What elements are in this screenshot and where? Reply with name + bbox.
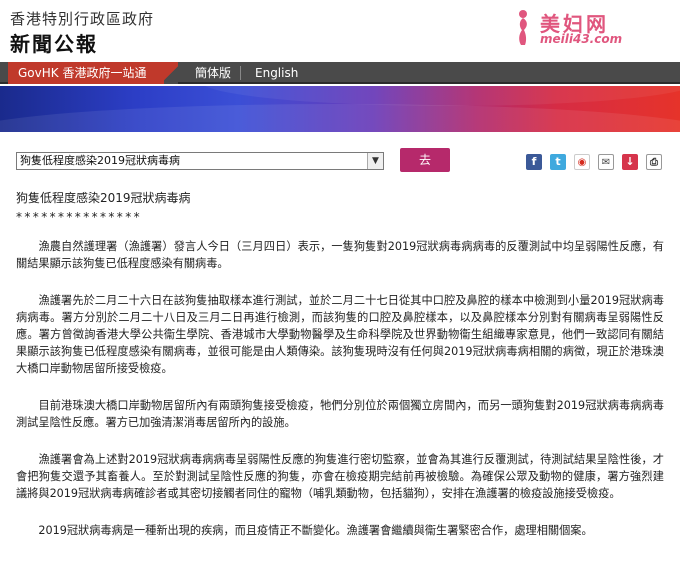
banner-wave bbox=[200, 86, 680, 106]
nav-divider bbox=[164, 62, 178, 84]
government-name: 香港特別行政區政府 bbox=[10, 10, 155, 28]
article-title: 狗隻低程度感染2019冠狀病毒病 bbox=[16, 191, 191, 205]
go-button[interactable]: 去 bbox=[400, 148, 450, 172]
top-navbar: GovHK 香港政府一站通 簡体版 English bbox=[0, 62, 680, 84]
article-paragraph: 漁護署先於二月二十六日在該狗隻抽取樣本進行測試，並於二月二十七日從其中口腔及鼻腔… bbox=[16, 294, 664, 375]
facebook-icon[interactable]: f bbox=[526, 154, 542, 170]
download-icon[interactable]: ↓ bbox=[622, 154, 638, 170]
article-paragraph: 2019冠狀病毒病是一種新出現的疾病，而且疫情正不斷變化。漁護署會繼續與衞生署緊… bbox=[16, 524, 593, 537]
article-select-value: 狗隻低程度感染2019冠狀病毒病 bbox=[20, 154, 180, 167]
watermark-url: meili43.com bbox=[540, 32, 623, 46]
article-select[interactable]: 狗隻低程度感染2019冠狀病毒病 ▼ bbox=[16, 152, 384, 170]
nav-separator bbox=[240, 66, 241, 80]
article-paragraph: 漁護署會為上述對2019冠狀病毒病病毒呈弱陽性反應的狗隻進行密切監察，並會為其進… bbox=[16, 453, 664, 500]
simplified-chinese-link[interactable]: 簡体版 bbox=[185, 62, 241, 84]
govhk-link[interactable]: GovHK 香港政府一站通 bbox=[8, 62, 164, 84]
press-releases-title: 新聞公報 bbox=[10, 32, 98, 56]
page-header: 香港特別行政區政府 新聞公報 美妇网 meili43.com bbox=[0, 0, 680, 62]
english-link[interactable]: English bbox=[245, 62, 308, 84]
article-toolbar: 狗隻低程度感染2019冠狀病毒病 ▼ 去 f t ◉ ✉ ↓ ⎙ bbox=[0, 148, 680, 178]
woman-silhouette-icon bbox=[519, 10, 527, 45]
article-paragraph: 目前港珠澳大橋口岸動物居留所內有兩頭狗隻接受檢疫，牠們分別位於兩個獨立房間內，而… bbox=[16, 399, 664, 429]
email-icon[interactable]: ✉ bbox=[598, 154, 614, 170]
chevron-down-icon[interactable]: ▼ bbox=[367, 153, 383, 169]
title-divider-stars: *************** bbox=[16, 210, 142, 224]
article-content: 狗隻低程度感染2019冠狀病毒病 *************** 漁農自然護理署… bbox=[16, 190, 664, 539]
header-banner bbox=[0, 86, 680, 132]
print-icon[interactable]: ⎙ bbox=[646, 154, 662, 170]
twitter-icon[interactable]: t bbox=[550, 154, 566, 170]
banner-wave bbox=[0, 104, 680, 132]
weibo-icon[interactable]: ◉ bbox=[574, 154, 590, 170]
watermark: 美妇网 meili43.com bbox=[512, 6, 662, 50]
article-paragraph: 漁農自然護理署（漁護署）發言人今日（三月四日）表示，一隻狗隻對2019冠狀病毒病… bbox=[16, 240, 664, 270]
